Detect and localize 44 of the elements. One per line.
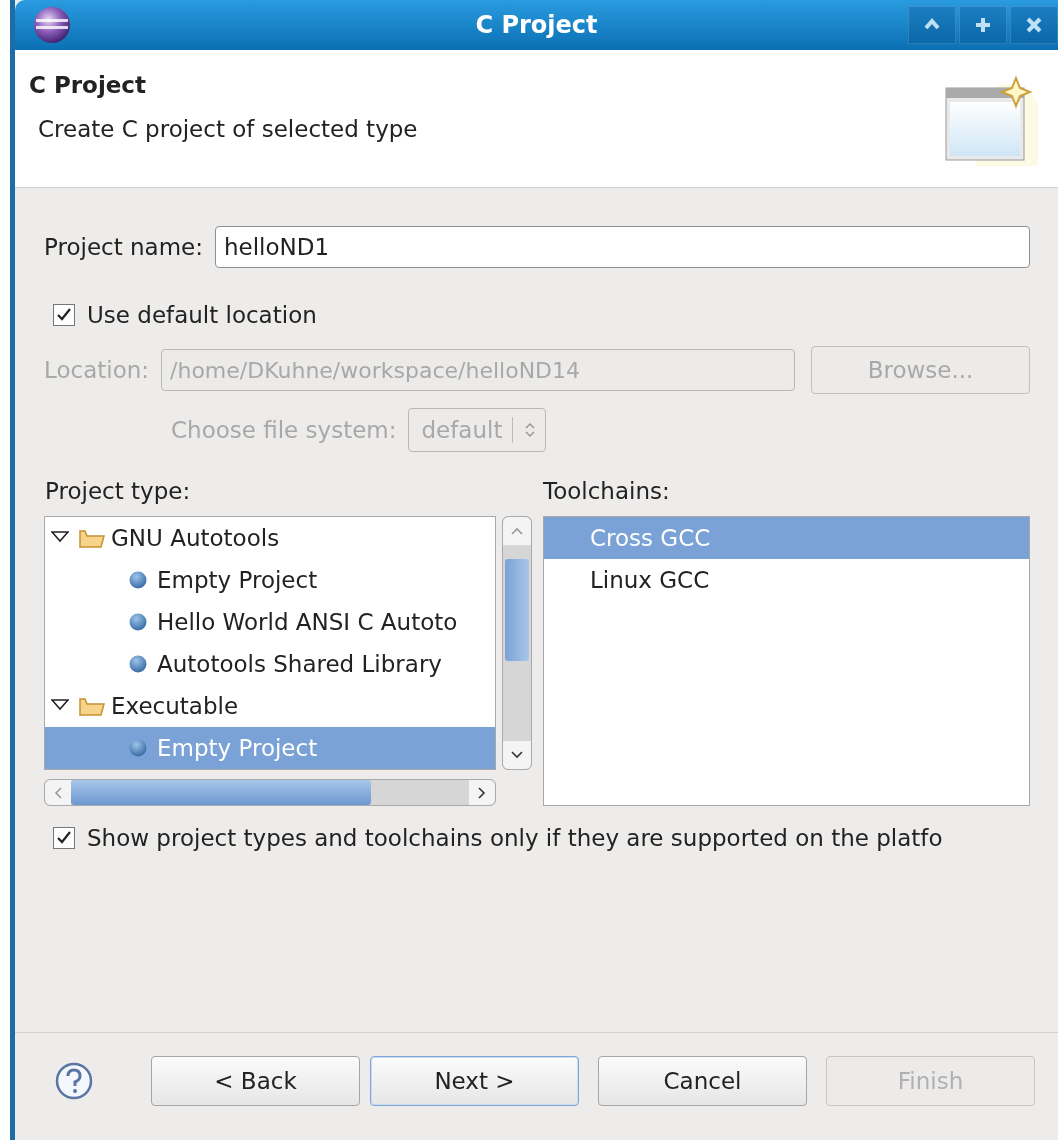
- tree-row[interactable]: Empty Project: [45, 559, 495, 601]
- field-label: Project name:: [44, 234, 203, 260]
- field-label: Choose file system:: [171, 417, 397, 443]
- section-label: Toolchains:: [543, 478, 671, 504]
- page-description: Create C project of selected type: [38, 116, 418, 142]
- page-heading: C Project: [29, 72, 147, 98]
- checkbox-label: Use default location: [87, 302, 317, 328]
- folder-icon: [79, 695, 105, 717]
- maximize-button[interactable]: [959, 6, 1007, 44]
- project-icon: [129, 739, 147, 757]
- help-icon[interactable]: [55, 1061, 93, 1100]
- wizard-button[interactable]: Next >: [370, 1055, 579, 1106]
- section-label: Project type:: [45, 478, 192, 504]
- project-icon: [129, 613, 147, 631]
- project-name-field[interactable]: helloND1: [215, 226, 1030, 268]
- scroll-right-icon[interactable]: [477, 785, 487, 800]
- collapse-button[interactable]: [908, 6, 956, 44]
- close-button[interactable]: [1010, 6, 1058, 44]
- scroll-left-icon[interactable]: [53, 785, 63, 800]
- toolchain-item[interactable]: Linux GCC: [544, 559, 1029, 601]
- checkbox[interactable]: [53, 827, 75, 849]
- tree-row[interactable]: Hello World ANSI C Autoto: [45, 601, 495, 643]
- wizard-button[interactable]: < Back: [151, 1055, 360, 1106]
- plus-icon: [974, 16, 992, 34]
- field-label: Location:: [44, 357, 150, 383]
- scroll-up-icon[interactable]: [510, 526, 524, 536]
- scroll-down-icon[interactable]: [510, 750, 524, 760]
- window-title: C Project: [475, 11, 598, 39]
- checkbox-label: Show project types and toolchains only if they are supported on the platfo: [87, 825, 943, 851]
- checkbox[interactable]: [53, 304, 75, 326]
- app-logo-icon: [33, 6, 71, 44]
- toolchain-list[interactable]: Cross GCC Linux GCC: [543, 516, 1030, 806]
- folder-icon: [79, 527, 105, 549]
- tree-row[interactable]: GNU Autotools: [45, 517, 495, 559]
- close-icon: [1025, 16, 1043, 34]
- wizard-button[interactable]: Cancel: [598, 1055, 807, 1106]
- horizontal-scrollbar[interactable]: [44, 779, 496, 806]
- tree-row[interactable]: Executable: [45, 685, 495, 727]
- vertical-scrollbar[interactable]: [502, 516, 532, 770]
- updown-icon: [523, 421, 538, 439]
- project-icon: [129, 571, 147, 589]
- project-type-tree[interactable]: GNU Autotools Empty Project Hello World ANSI C Autoto Autotools Shared Library Executable Empty Project: [44, 516, 496, 770]
- project-icon: [129, 655, 147, 673]
- tree-row[interactable]: Autotools Shared Library: [45, 643, 495, 685]
